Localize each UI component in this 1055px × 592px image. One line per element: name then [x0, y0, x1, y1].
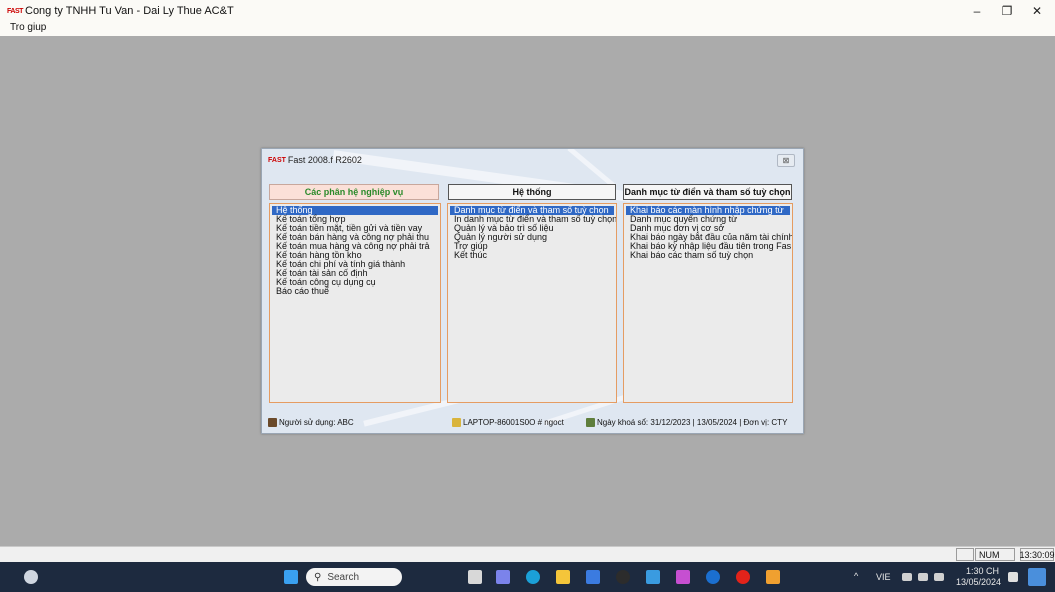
file-explorer-icon[interactable] — [556, 570, 570, 584]
dictionary-list[interactable]: Khai báo các màn hình nhập chứng từ Danh… — [623, 203, 793, 403]
dialog-status-bar: Người sử dụng: ABC LAPTOP-86001S0O # ngo… — [266, 415, 799, 429]
taskbar: ⚲ Search ^ VIE 1:30 CH 13/05/2024 — [0, 562, 1055, 592]
dialog-title-bar: FAST Fast 2008.f R2602 — [268, 155, 362, 165]
menu-help[interactable]: Tro giup — [10, 22, 46, 33]
taskbar-search-input[interactable]: ⚲ Search — [306, 568, 402, 586]
dialog-title: Fast 2008.f R2602 — [287, 155, 362, 165]
computer-icon — [452, 417, 461, 427]
title-bar: FAST Cong ty TNHH Tu Van - Dai Ly Thue A… — [0, 0, 1055, 22]
user-icon — [268, 417, 277, 427]
header-dictionary[interactable]: Danh mục từ điển và tham số tuỳ chọn — [623, 184, 792, 200]
status-computer: LAPTOP-86001S0O # ngoct — [452, 415, 564, 429]
status-lock: Ngày khoá sổ: 31/12/2023 | 13/05/2024 | … — [586, 415, 787, 429]
app-icon[interactable] — [646, 570, 660, 584]
restore-button[interactable]: ❐ — [992, 0, 1022, 22]
menu-bar: Tro giup — [0, 22, 1055, 36]
app-status-bar: NUM 13:30:09 — [0, 546, 1055, 562]
clock-date[interactable]: 13/05/2024 — [956, 577, 1001, 587]
status-computer-text: LAPTOP-86001S0O # ngoct — [463, 417, 564, 427]
modules-list[interactable]: Hệ thống Kế toán tổng hợp Kế toán tiền m… — [269, 203, 441, 403]
status-empty-box — [956, 548, 974, 561]
opera-icon[interactable] — [736, 570, 750, 584]
status-time: 13:30:09 — [1019, 548, 1055, 561]
tray-overflow-icon[interactable]: ^ — [854, 571, 858, 581]
app-icon[interactable] — [676, 570, 690, 584]
language-indicator[interactable]: VIE — [876, 572, 891, 582]
dialog-close-button[interactable]: ⊠ — [777, 154, 795, 167]
minimize-button[interactable]: – — [962, 0, 992, 22]
search-icon: ⚲ — [314, 571, 322, 583]
header-business-modules[interactable]: Các phân hệ nghiệp vụ — [269, 184, 439, 200]
close-button[interactable]: ✕ — [1022, 0, 1052, 22]
volume-icon[interactable] — [918, 573, 928, 581]
background-decoration — [567, 149, 617, 189]
user-avatar-icon[interactable] — [1028, 568, 1046, 586]
num-lock-indicator: NUM — [975, 548, 1015, 561]
app-logo-icon: FAST — [7, 7, 23, 15]
system-list[interactable]: Danh mục từ điển và tham số tuỳ chọn In … — [447, 203, 617, 403]
edge-icon[interactable] — [526, 570, 540, 584]
header-system[interactable]: Hệ thống — [448, 184, 616, 200]
windows-start-icon[interactable] — [284, 570, 298, 584]
status-lock-text: Ngày khoá sổ: 31/12/2023 | 13/05/2024 | … — [597, 417, 788, 427]
fast-logo-icon: FAST — [268, 156, 286, 164]
window-title: Cong ty TNHH Tu Van - Dai Ly Thue AC&T — [25, 5, 234, 17]
weather-icon[interactable] — [24, 570, 38, 584]
list-item[interactable]: Khai báo các tham số tuỳ chọn — [626, 251, 790, 260]
battery-icon[interactable] — [934, 573, 944, 581]
search-placeholder: Search — [327, 571, 360, 583]
list-item[interactable]: Kết thúc — [450, 251, 614, 260]
fast-accounting-icon[interactable] — [766, 570, 780, 584]
notification-bell-icon[interactable] — [1008, 572, 1018, 582]
store-icon[interactable] — [586, 570, 600, 584]
wifi-icon[interactable] — [902, 573, 912, 581]
clock-time[interactable]: 1:30 CH — [966, 566, 999, 576]
lock-date-icon — [586, 417, 595, 427]
status-user-text: Người sử dụng: ABC — [279, 417, 354, 427]
chrome-icon[interactable] — [616, 570, 630, 584]
teams-icon[interactable] — [496, 570, 510, 584]
app-icon[interactable] — [706, 570, 720, 584]
main-menu-dialog: FAST Fast 2008.f R2602 ⊠ Các phân hệ ngh… — [261, 148, 804, 434]
task-view-icon[interactable] — [468, 570, 482, 584]
list-item[interactable]: Báo cáo thuế — [272, 287, 438, 296]
status-user: Người sử dụng: ABC — [268, 415, 354, 429]
